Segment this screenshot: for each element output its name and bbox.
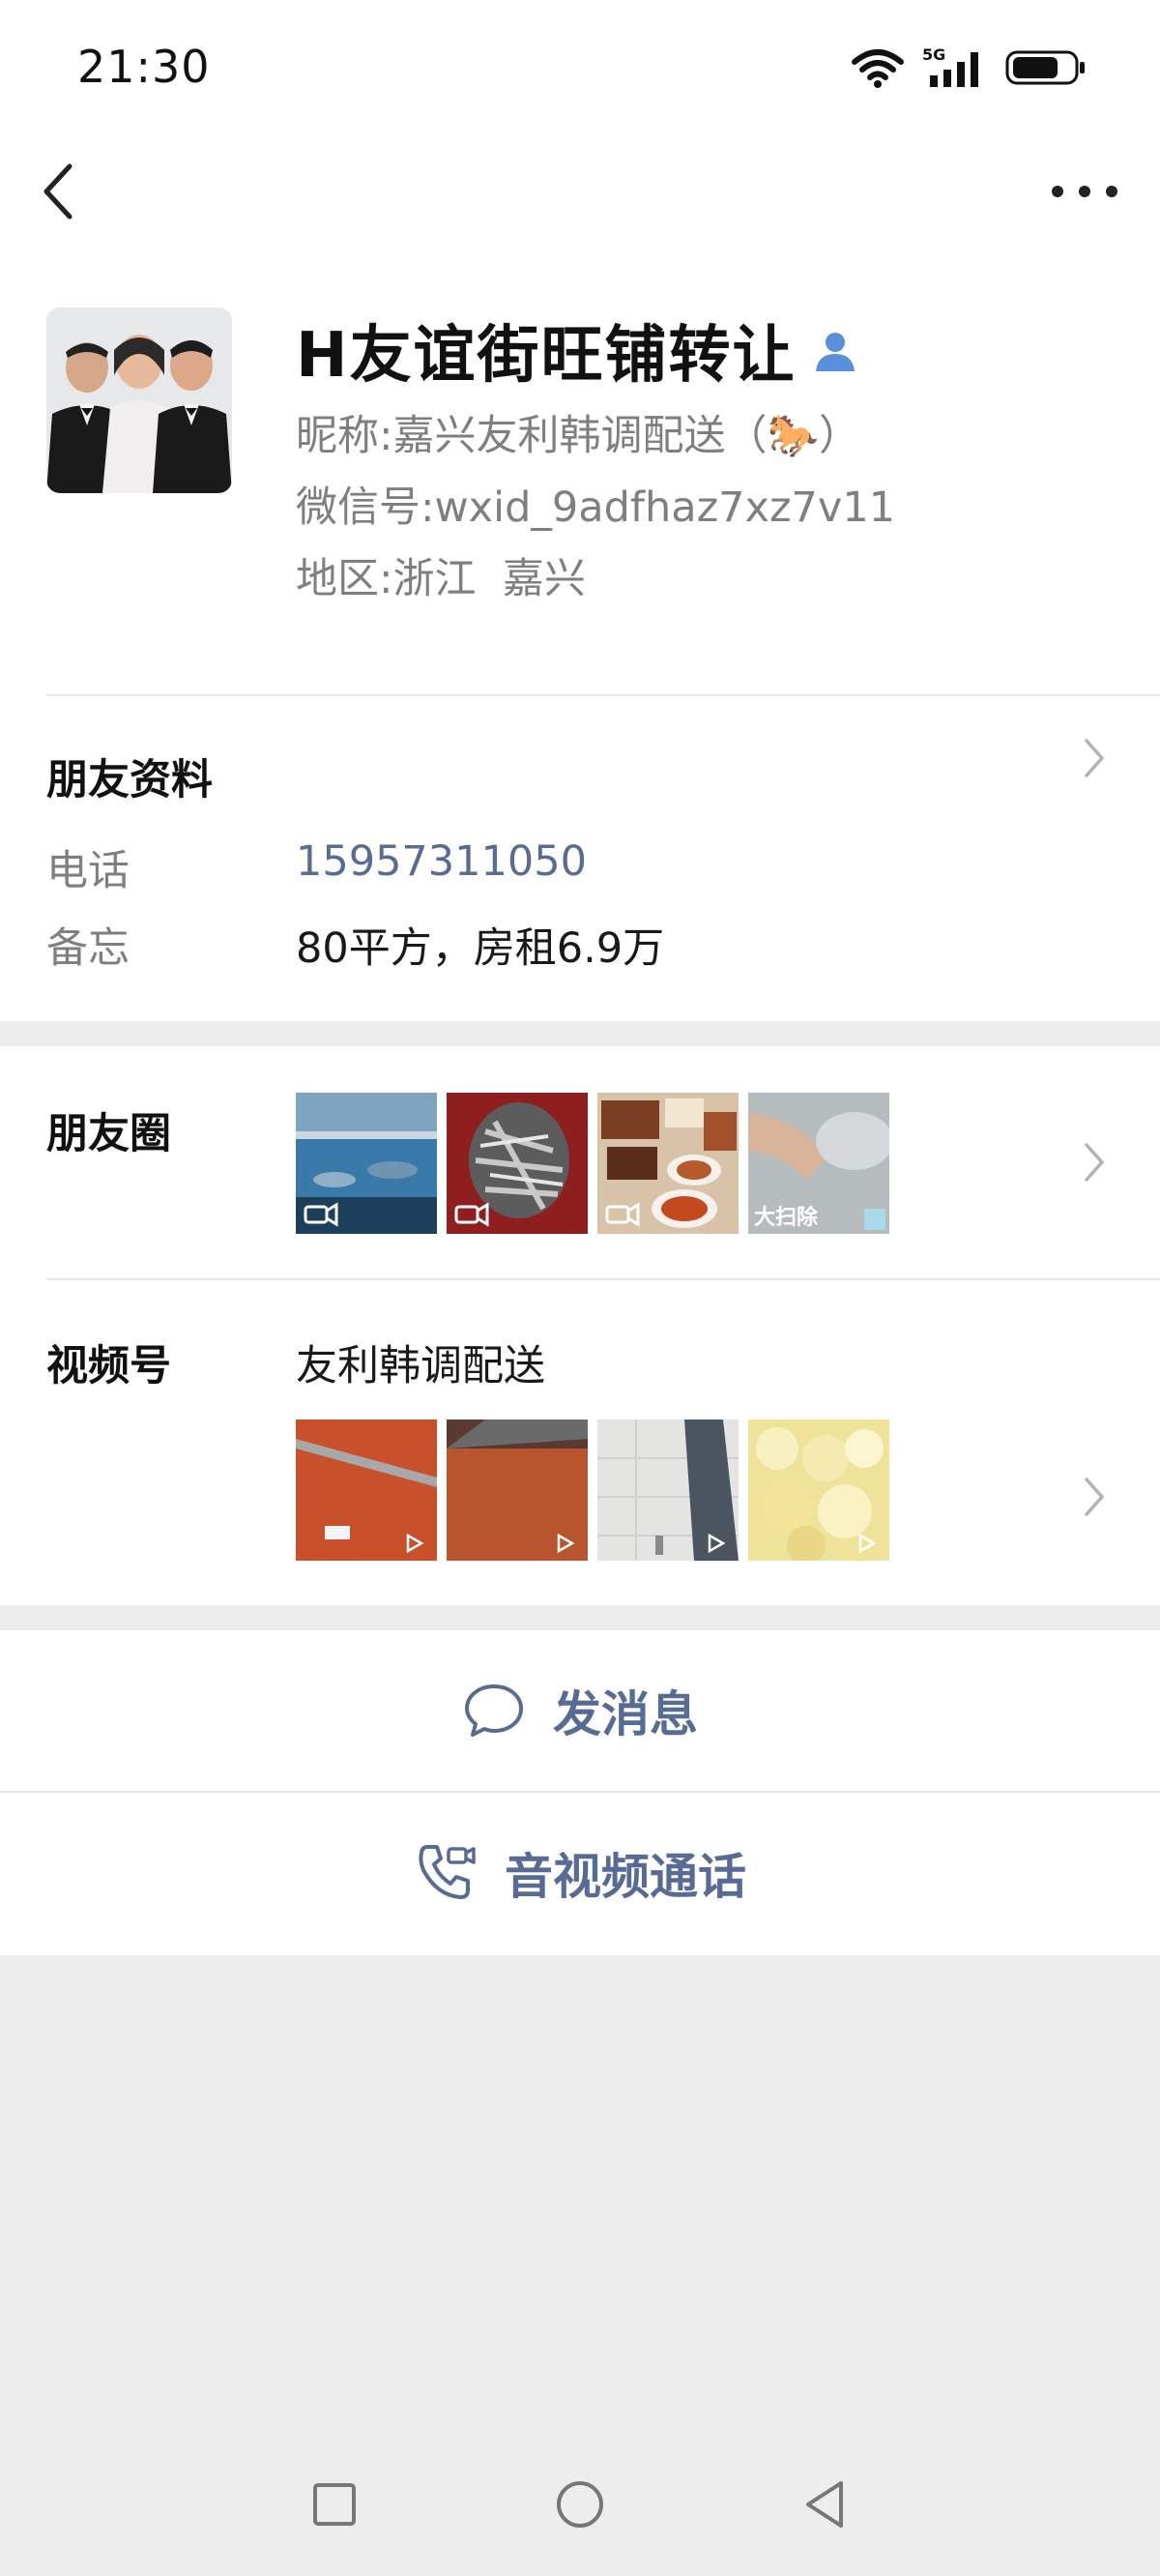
channels-thumb-2[interactable]	[447, 1420, 588, 1561]
wechat-id-line[interactable]: 微信号:wxid_9adfhaz7xz7v11	[296, 474, 895, 534]
network-type-label: 5G	[922, 46, 945, 64]
memo-value: 80平方，房租6.9万	[296, 924, 665, 973]
moments-thumb-2[interactable]	[447, 1093, 588, 1234]
moments-thumb-image	[597, 1093, 739, 1234]
chat-bubble-icon	[465, 1684, 523, 1737]
wechat-id-value[interactable]: wxid_9adfhaz7xz7v11	[435, 483, 896, 532]
moments-thumb-image: 大扫除	[748, 1093, 889, 1234]
nickname-line: 昵称:嘉兴友利韩调配送（🐎）	[296, 402, 860, 462]
friend-info-title[interactable]: 朋友资料	[46, 746, 213, 806]
channels-title[interactable]: 视频号	[46, 1332, 171, 1392]
phone-label: 电话	[46, 847, 130, 895]
phone-video-icon	[419, 1845, 476, 1899]
moments-thumb-overlay-text: 大扫除	[754, 1205, 819, 1230]
chevron-right-icon[interactable]	[1083, 737, 1106, 779]
channels-thumb-image	[597, 1420, 739, 1561]
status-bar: 21:30 5G	[0, 0, 1160, 145]
channels-thumb-image	[748, 1420, 889, 1561]
send-message-label: 发消息	[553, 1686, 698, 1742]
nickname-label: 昵称:	[296, 412, 393, 460]
recent-apps-icon[interactable]	[305, 2475, 363, 2533]
moments-thumb-1[interactable]	[296, 1093, 437, 1234]
phone-number[interactable]: 15957311050	[296, 837, 587, 886]
avatar[interactable]	[46, 307, 232, 493]
send-message-button[interactable]: 发消息	[0, 1630, 1160, 1791]
memo-label: 备忘	[46, 924, 130, 973]
wifi-icon	[852, 49, 904, 88]
moments-thumb-4[interactable]: 大扫除	[748, 1093, 889, 1234]
channels-thumb-1[interactable]	[296, 1420, 437, 1561]
video-call-button[interactable]: 音视频通话	[0, 1793, 1160, 1953]
person-tag-icon	[815, 333, 855, 371]
back-arrow-icon[interactable]	[39, 161, 77, 222]
region-line: 地区:浙江 嘉兴	[296, 545, 586, 605]
remark-name-text: H友谊街旺铺转让	[296, 320, 797, 392]
moments-thumb-3[interactable]	[597, 1093, 739, 1234]
wechat-id-label: 微信号:	[296, 483, 435, 532]
region-value: 浙江 嘉兴	[392, 555, 586, 603]
status-time: 21:30	[77, 41, 211, 93]
cellular-signal-icon: 5G	[922, 46, 978, 87]
chevron-right-icon[interactable]	[1083, 1141, 1106, 1184]
back-triangle-icon[interactable]	[797, 2475, 855, 2533]
battery-icon	[1005, 50, 1085, 85]
home-icon[interactable]	[551, 2475, 609, 2533]
moments-thumb-image	[296, 1093, 437, 1234]
video-call-label: 音视频通话	[505, 1849, 746, 1905]
channels-name[interactable]: 友利韩调配送	[296, 1332, 545, 1392]
channels-thumb-image	[447, 1420, 588, 1561]
chevron-right-icon[interactable]	[1083, 1476, 1106, 1518]
divider	[46, 1278, 1160, 1280]
status-icons: 5G	[849, 46, 1087, 89]
nickname-value: 嘉兴友利韩调配送（🐎）	[392, 412, 861, 460]
moments-thumb-image	[447, 1093, 588, 1234]
more-options-icon[interactable]	[1048, 174, 1121, 209]
moments-title[interactable]: 朋友圈	[46, 1100, 171, 1160]
region-label: 地区:	[296, 555, 393, 603]
avatar-photo	[46, 307, 232, 493]
channels-thumb-image	[296, 1420, 437, 1561]
channels-thumb-4[interactable]	[748, 1420, 889, 1561]
remark-name: H友谊街旺铺转让	[296, 306, 860, 395]
channels-thumb-3[interactable]	[597, 1420, 739, 1561]
